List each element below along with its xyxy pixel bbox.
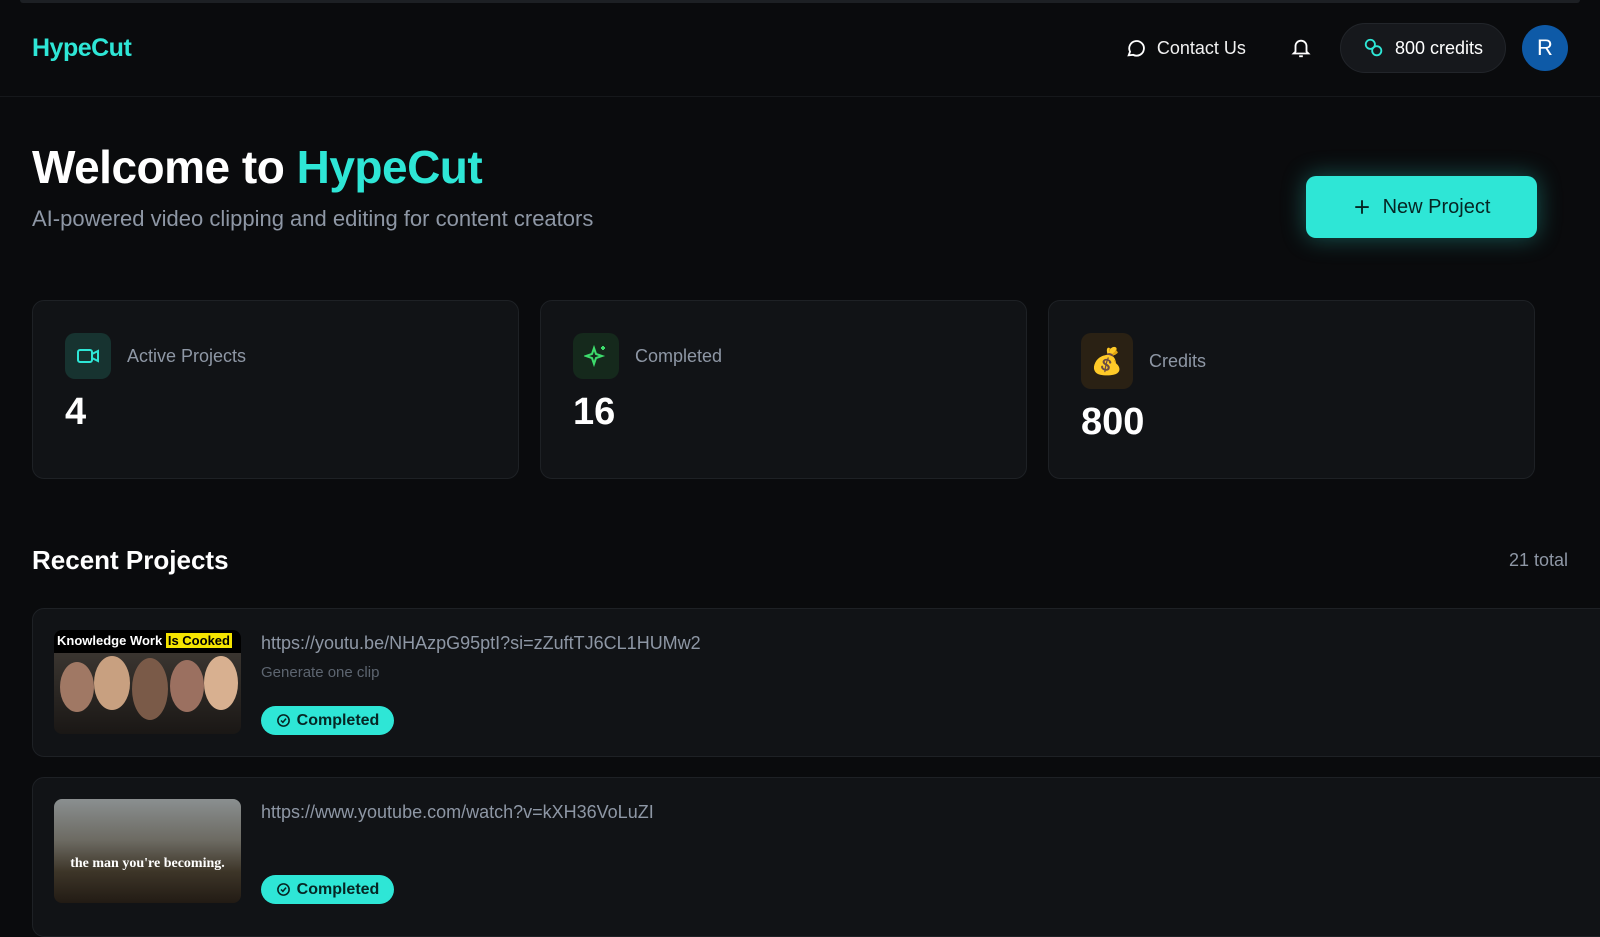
- projects-total: 21 total: [1509, 550, 1568, 571]
- chat-bubble-icon: [1125, 37, 1147, 59]
- check-circle-icon: [276, 713, 291, 728]
- money-bag-icon: 💰: [1081, 333, 1133, 389]
- credits-label: 800 credits: [1395, 38, 1483, 59]
- coins-icon: [1363, 37, 1385, 59]
- stat-value: 16: [573, 391, 994, 434]
- status-label: Completed: [297, 881, 380, 899]
- project-row[interactable]: Knowledge Work Is Cooked https://youtu.b…: [32, 608, 1600, 757]
- thumb-highlight: Is Cooked: [166, 633, 232, 648]
- stat-value: 4: [65, 391, 486, 434]
- contact-us-label: Contact Us: [1157, 38, 1246, 59]
- stat-active-projects: Active Projects 4: [32, 300, 519, 479]
- notifications-button[interactable]: [1290, 37, 1312, 59]
- status-badge: Completed: [261, 706, 394, 735]
- status-label: Completed: [297, 712, 380, 730]
- stat-label: Completed: [635, 346, 722, 367]
- page-subtitle: AI-powered video clipping and editing fo…: [32, 206, 593, 232]
- title-accent: HypeCut: [297, 141, 483, 193]
- title-prefix: Welcome to: [32, 141, 297, 193]
- contact-us-button[interactable]: Contact Us: [1125, 37, 1246, 59]
- page-title: Welcome to HypeCut: [32, 140, 482, 194]
- sparkles-icon: [573, 333, 619, 379]
- stat-completed: Completed 16: [540, 300, 1027, 479]
- thumb-caption: the man you're becoming.: [54, 856, 241, 872]
- check-circle-icon: [276, 882, 291, 897]
- thumb-title: Knowledge Work: [57, 633, 162, 648]
- project-thumbnail: the man you're becoming.: [54, 799, 241, 903]
- stat-credits: 💰 Credits 800: [1048, 300, 1535, 479]
- logo[interactable]: HypeCut: [32, 34, 131, 63]
- avatar[interactable]: R: [1522, 25, 1568, 71]
- credits-button[interactable]: 800 credits: [1340, 23, 1506, 73]
- video-camera-icon: [65, 333, 111, 379]
- stat-value: 800: [1081, 401, 1502, 444]
- project-description: Generate one clip: [261, 664, 379, 681]
- project-url[interactable]: https://youtu.be/NHAzpG95ptI?si=zZuftTJ6…: [261, 633, 701, 654]
- project-thumbnail: Knowledge Work Is Cooked: [54, 630, 241, 734]
- new-project-button[interactable]: New Project: [1306, 176, 1537, 238]
- top-nav: HypeCut Contact Us 800 credits R: [0, 0, 1600, 97]
- plus-icon: [1353, 198, 1371, 216]
- bell-icon: [1290, 37, 1312, 59]
- new-project-label: New Project: [1383, 196, 1491, 219]
- status-badge: Completed: [261, 875, 394, 904]
- project-url[interactable]: https://www.youtube.com/watch?v=kXH36VoL…: [261, 802, 654, 823]
- recent-projects-heading: Recent Projects: [32, 545, 229, 576]
- stat-label: Credits: [1149, 351, 1206, 372]
- project-row[interactable]: the man you're becoming. https://www.you…: [32, 777, 1600, 937]
- stat-label: Active Projects: [127, 346, 246, 367]
